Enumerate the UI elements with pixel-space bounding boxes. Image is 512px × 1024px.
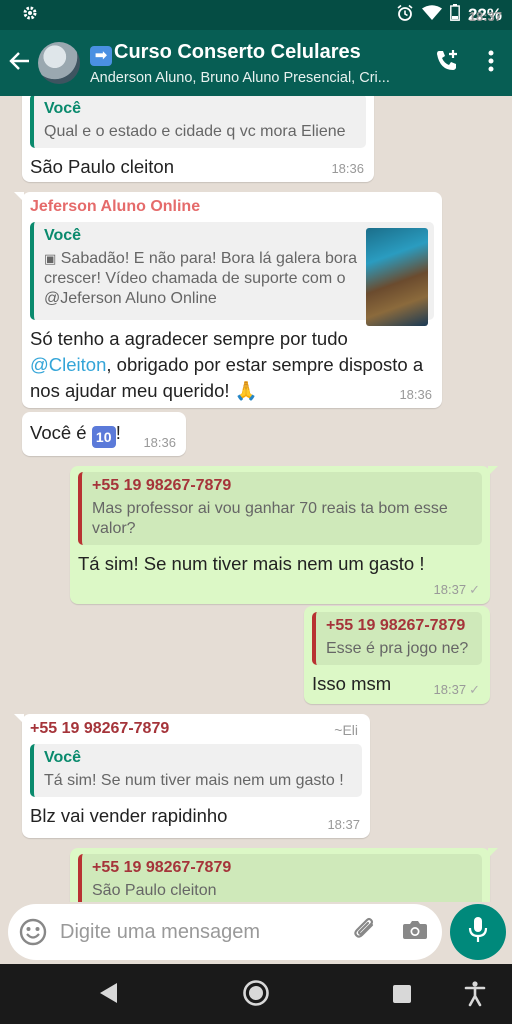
mention-link[interactable]: @Cleiton <box>30 354 106 375</box>
quoted-author: Você <box>44 100 82 117</box>
image-icon: ▣ <box>44 251 57 266</box>
quoted-text: Esse é pra jogo ne? <box>326 640 469 657</box>
message-text: São Paulo cleiton <box>30 156 174 177</box>
wifi-icon <box>421 4 442 26</box>
battery-icon <box>450 4 460 26</box>
group-info[interactable]: ➡ Curso Conserto Celulares Anderson Aluno… <box>90 41 410 86</box>
message-time: 18:37 <box>327 817 360 832</box>
status-bar: 18:37 22% <box>0 0 512 30</box>
quoted-message[interactable]: +55 19 98267-7879 Mas professor ai vou g… <box>78 472 482 545</box>
keycap-ten-emoji: 10 <box>91 426 116 448</box>
message-time: 18:36 <box>143 435 176 450</box>
sender-alias: ~Eli <box>334 722 358 738</box>
quoted-text: Mas professor ai vou ganhar 70 reais ta … <box>92 500 448 537</box>
group-title: ➡ Curso Conserto Celulares <box>90 41 410 66</box>
nav-back-icon[interactable] <box>97 981 119 1010</box>
group-avatar[interactable] <box>38 42 80 84</box>
message-input-box[interactable]: Digite uma mensagem <box>8 904 442 960</box>
emoji-icon[interactable] <box>18 917 48 947</box>
group-participants: Anderson Aluno, Bruno Aluno Presencial, … <box>90 69 390 86</box>
quoted-author: +55 19 98267-7879 <box>326 617 466 634</box>
voice-record-button[interactable] <box>450 904 506 960</box>
message-sender: +55 19 98267-7879 <box>30 720 170 737</box>
quoted-author: Você <box>44 227 82 244</box>
message-outgoing[interactable]: +55 19 98267-7879 Esse é pra jogo ne? Is… <box>304 606 490 704</box>
quoted-text: ▣ Sabadão! E não para! Bora lá galera bo… <box>44 250 357 307</box>
message-text: Tá sim! Se num tiver mais nem um gasto ! <box>78 553 425 574</box>
quoted-message[interactable]: +55 19 98267-7879 São Paulo cleiton <box>78 854 482 902</box>
sent-check-icon: ✓ <box>469 582 480 597</box>
message-incoming[interactable]: Você Qual e o estado e cidade q vc mora … <box>22 96 374 182</box>
message-input[interactable]: Digite uma mensagem <box>60 921 260 944</box>
more-options-icon[interactable] <box>488 50 494 77</box>
message-incoming[interactable]: Jeferson Aluno Online Você ▣ Sabadão! E … <box>14 192 442 408</box>
quoted-text: São Paulo cleiton <box>92 882 217 899</box>
message-text: Só tenho a agradecer sempre por tudo @Cl… <box>30 326 434 404</box>
message-list[interactable]: Você Qual e o estado e cidade q vc mora … <box>0 96 512 902</box>
quoted-message[interactable]: +55 19 98267-7879 Esse é pra jogo ne? <box>312 612 482 665</box>
message-time: 18:36 <box>331 161 364 176</box>
message-sender: Jeferson Aluno Online <box>30 198 201 215</box>
arrow-right-icon: ➡ <box>90 45 112 66</box>
status-time: 18:37 <box>468 9 502 24</box>
quoted-text: Qual e o estado e cidade q vc mora Elien… <box>44 123 346 140</box>
quoted-author: Você <box>44 749 82 766</box>
quoted-message[interactable]: Você Qual e o estado e cidade q vc mora … <box>30 96 366 148</box>
camera-icon[interactable] <box>402 919 428 946</box>
alarm-icon <box>396 4 414 27</box>
quoted-message[interactable]: Você ▣ Sabadão! E não para! Bora lá gale… <box>30 222 434 326</box>
quoted-author: +55 19 98267-7879 <box>92 477 232 494</box>
message-incoming[interactable]: +55 19 98267-7879 ~Eli Você Tá sim! Se n… <box>14 714 370 838</box>
add-call-icon[interactable] <box>434 48 460 79</box>
message-text: Blz vai vender rapidinho <box>30 805 228 826</box>
message-time: 18:37 ✓ <box>433 582 480 597</box>
nav-home-icon[interactable] <box>242 979 270 1012</box>
chat-header: ➡ Curso Conserto Celulares Anderson Aluno… <box>0 30 512 96</box>
quoted-text: Tá sim! Se num tiver mais nem um gasto ! <box>44 772 344 789</box>
quoted-message[interactable]: Você Tá sim! Se num tiver mais nem um ga… <box>30 744 362 797</box>
nav-recents-icon[interactable] <box>392 984 412 1009</box>
sent-check-icon: ✓ <box>469 682 480 697</box>
accessibility-icon[interactable] <box>464 981 486 1012</box>
quoted-author: +55 19 98267-7879 <box>92 859 232 876</box>
message-outgoing[interactable]: +55 19 98267-7879 Mas professor ai vou g… <box>70 466 498 604</box>
message-time: 18:37 ✓ <box>433 682 480 697</box>
message-composer: Digite uma mensagem <box>0 902 512 964</box>
back-arrow-icon[interactable] <box>2 48 38 79</box>
quoted-thumbnail <box>366 228 428 326</box>
system-navigation-bar <box>0 964 512 1024</box>
settings-gear-icon <box>22 5 38 26</box>
message-incoming[interactable]: Você é 10! 18:36 <box>22 412 186 456</box>
message-time: 18:36 <box>399 387 432 402</box>
mic-icon <box>468 916 488 949</box>
attach-icon[interactable] <box>352 916 380 949</box>
praying-hands-emoji: 🙏 <box>234 380 258 401</box>
message-outgoing[interactable]: +55 19 98267-7879 São Paulo cleiton <box>70 848 498 902</box>
